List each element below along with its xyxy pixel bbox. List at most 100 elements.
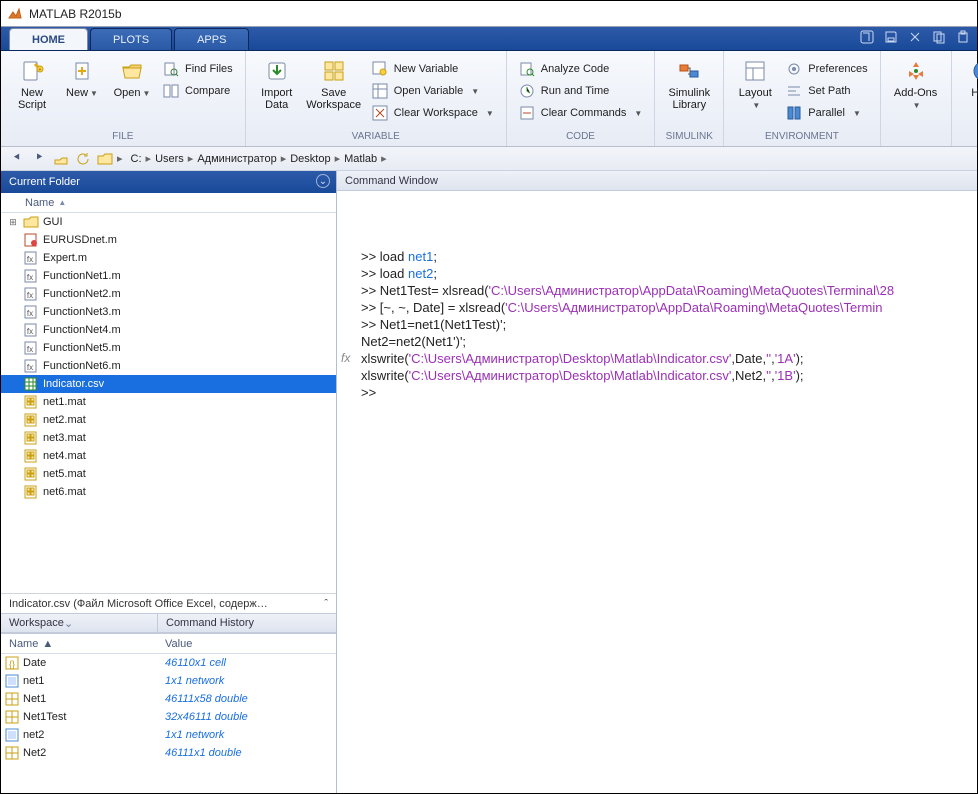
clear-workspace-button[interactable]: Clear Workspace▼ [368,103,498,123]
workspace-row[interactable]: Net1Test32x46111 double [1,708,336,726]
file-row[interactable]: net2.mat [1,411,336,429]
file-row[interactable]: net5.mat [1,465,336,483]
import-data-button[interactable]: Import Data [254,55,300,111]
file-row[interactable]: EURUSDnet.m [1,231,336,249]
file-name: FunctionNet4.m [43,324,121,336]
file-row[interactable]: fxFunctionNet6.m [1,357,336,375]
workspace-columns[interactable]: Name▲ Value [1,634,336,654]
compare-button[interactable]: Compare [159,81,237,101]
new-script-button[interactable]: + New Script [9,55,55,111]
breadcrumb-segment[interactable]: Matlab [340,153,381,165]
panel-menu-button[interactable]: ⌄ [316,174,330,188]
ribbon-group-file: + New Script New▼ Open▼ Find Files Compa… [1,51,246,146]
preferences-button[interactable]: Preferences [782,59,871,79]
expand-toggle[interactable]: ⊞ [7,217,19,228]
breadcrumb-segment[interactable]: C: [127,153,146,165]
analyze-code-button[interactable]: Analyze Code [515,59,647,79]
variable-name: Date [23,657,46,669]
workspace-row[interactable]: Net146111x58 double [1,690,336,708]
ribbon-group-simulink: Simulink Library SIMULINK [655,51,724,146]
chevron-down-icon: ▼ [90,89,98,98]
qat-paste-icon[interactable] [955,29,971,45]
current-folder-header[interactable]: Current Folder ⌄ [1,171,336,193]
ribbon-group-label: CODE [515,130,647,144]
file-row[interactable]: fxFunctionNet4.m [1,321,336,339]
save-workspace-button[interactable]: Save Workspace [304,55,364,111]
clear-commands-button[interactable]: Clear Commands▼ [515,103,647,123]
qat-cut2-icon[interactable] [907,29,923,45]
set-path-button[interactable]: Set Path [782,81,871,101]
title-bar: MATLAB R2015b [1,1,977,27]
ribbon-tab-home[interactable]: HOME [9,28,88,50]
current-folder-column-header[interactable]: Name▲ [1,193,336,213]
file-name: net1.mat [43,396,86,408]
new-variable-icon [372,61,388,77]
help-button[interactable]: ? Help▼ [960,55,978,112]
workspace-row[interactable]: Net246111x1 double [1,744,336,762]
run-and-time-button[interactable]: Run and Time [515,81,647,101]
workspace-row[interactable]: net21x1 network [1,726,336,744]
new-button[interactable]: New▼ [59,55,105,100]
file-row[interactable]: fxFunctionNet3.m [1,303,336,321]
nav-refresh-button[interactable] [73,150,93,168]
command-line: >> [~, ~, Date] = xlsread('C:\Users\Адми… [361,299,971,316]
nav-up-button[interactable] [51,150,71,168]
command-line: >> [361,384,971,401]
find-files-button[interactable]: Find Files [159,59,237,79]
current-folder-list[interactable]: ⊞GUIEURUSDnet.mfxExpert.mfxFunctionNet1.… [1,213,336,593]
qat-save-icon[interactable] [883,29,899,45]
ribbon-tab-plots[interactable]: PLOTS [90,28,172,50]
file-name: Expert.m [43,252,87,264]
ribbon-tab-apps[interactable]: APPS [174,28,249,50]
ribbon-group-label: SIMULINK [663,130,715,144]
file-icon [23,449,39,463]
breadcrumb-segment[interactable]: Desktop [286,153,334,165]
chevron-up-icon[interactable]: ˆ [324,598,328,610]
parallel-button[interactable]: Parallel▼ [782,103,871,123]
workspace-tab[interactable]: Workspace ⌄ [1,613,157,633]
command-window-panel: Command Window fx >> load net1;>> load n… [337,171,977,793]
add-ons-button[interactable]: Add-Ons▼ [889,55,943,112]
file-row[interactable]: fxFunctionNet5.m [1,339,336,357]
file-row[interactable]: Indicator.csv [1,375,336,393]
file-row[interactable]: net6.mat [1,483,336,501]
open-folder-icon [120,59,144,83]
file-row[interactable]: net1.mat [1,393,336,411]
file-icon [23,233,39,247]
qat-copy-icon[interactable] [931,29,947,45]
open-button[interactable]: Open▼ [109,55,155,100]
svg-text:fx: fx [27,309,33,318]
window-title: MATLAB R2015b [29,7,122,21]
file-row[interactable]: fxFunctionNet1.m [1,267,336,285]
breadcrumb-segment[interactable]: Users [151,153,188,165]
variable-value: 32x46111 double [157,711,336,723]
command-window-body[interactable]: fx >> load net1;>> load net2;>> Net1Test… [337,191,977,793]
ribbon-group-label: VARIABLE [254,130,498,144]
nav-back-button[interactable]: ⯇ [7,150,27,168]
qat-cut-icon[interactable] [859,29,875,45]
workspace-row[interactable]: net11x1 network [1,672,336,690]
open-variable-button[interactable]: Open Variable▼ [368,81,498,101]
clear-commands-icon [519,105,535,121]
file-row[interactable]: ⊞GUI [1,213,336,231]
file-row[interactable]: fxExpert.m [1,249,336,267]
breadcrumb-segment[interactable]: Администратор [193,153,280,165]
file-row[interactable]: net4.mat [1,447,336,465]
nav-forward-button[interactable]: ⯈ [29,150,49,168]
new-variable-button[interactable]: New Variable [368,59,498,79]
file-row[interactable]: fxFunctionNet2.m [1,285,336,303]
file-row[interactable]: net3.mat [1,429,336,447]
file-icon [23,431,39,445]
file-name: Indicator.csv [43,378,104,390]
command-line: >> load net1; [361,248,971,265]
panel-menu-button[interactable]: ⌄ [64,617,73,630]
simulink-library-button[interactable]: Simulink Library [663,55,715,111]
command-history-tab[interactable]: Command History [157,613,336,633]
command-line: xlswrite('C:\Users\Администратор\Desktop… [361,350,971,367]
layout-button[interactable]: Layout▼ [732,55,778,112]
set-path-icon [786,83,802,99]
file-icon [23,377,39,391]
new-script-icon: + [20,59,44,83]
workspace-row[interactable]: {}Date46110x1 cell [1,654,336,672]
command-window-header[interactable]: Command Window [337,171,977,191]
